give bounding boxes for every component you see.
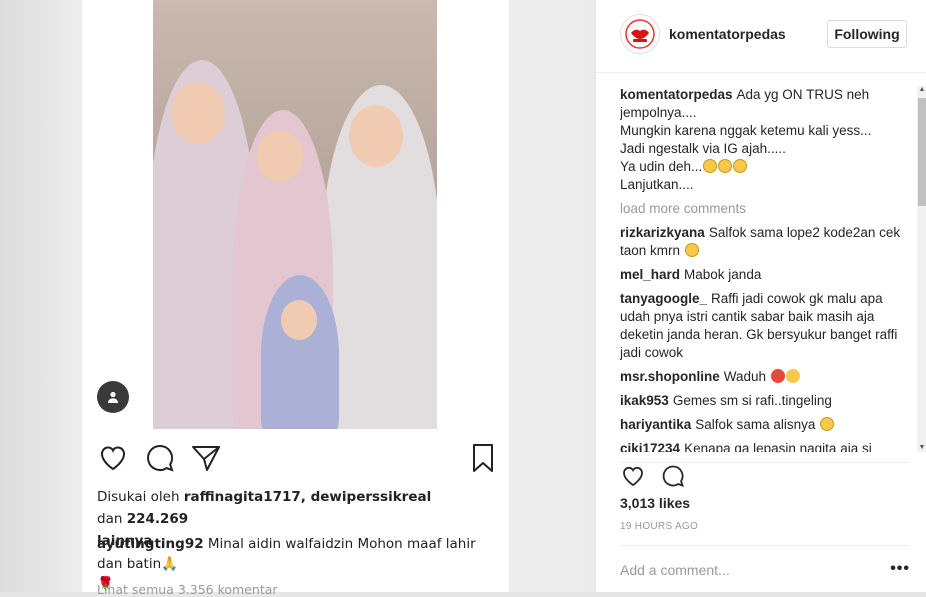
photo-face (349, 105, 403, 167)
post-header: komentatorpedas Following (596, 0, 926, 73)
like-heart-icon[interactable] (620, 463, 646, 489)
comment-text: Salfok sama alisnya (695, 417, 816, 432)
comment: hariyantika Salfok sama alisnya (620, 416, 910, 434)
photo-person (261, 275, 339, 429)
comment: mel_hard Mabok janda (620, 266, 910, 284)
lips-logo-icon (625, 19, 655, 49)
embedded-action-bar (97, 442, 495, 474)
caption-comment: komentatorpedas Ada yg ON TRUS neh jempol… (620, 86, 910, 194)
more-options-icon[interactable]: ••• (890, 561, 910, 577)
crying-emoji-icon (733, 159, 748, 173)
scroll-up-arrow-icon[interactable]: ▲ (918, 86, 926, 94)
embedded-view-all-comments: Lihat semua 3.356 komentar (97, 582, 278, 597)
liked-prefix: Disukai oleh (97, 489, 180, 505)
scroll-down-arrow-icon[interactable]: ▼ (918, 444, 926, 452)
post-timestamp: 19 HOURS AGO (620, 521, 699, 532)
comment-text: Mabok janda (684, 267, 762, 282)
comment-username[interactable]: hariyantika (620, 417, 691, 432)
angry-emoji-icon (770, 369, 785, 383)
tagged-user-icon[interactable] (97, 381, 129, 413)
bookmark-icon (473, 444, 493, 472)
fearful-emoji-icon (785, 369, 800, 383)
comment-text: Kenapa ga lepasin nagita aja si (684, 441, 872, 452)
share-icon (192, 446, 220, 471)
avatar[interactable] (620, 14, 660, 54)
scrollbar-thumb[interactable] (918, 98, 926, 206)
caption-username: ayutingting92 (97, 536, 204, 552)
comment: ciki17234 Kenapa ga lepasin nagita aja si (620, 440, 910, 452)
post-side-panel: komentatorpedas Following komentatorpeda… (595, 0, 926, 592)
comment: msr.shoponline Waduh (620, 368, 910, 386)
caption-line: Ada yg ON TRUS neh (736, 87, 870, 102)
embedded-post-screenshot: Disukai oleh raffinagita1717, dewiperssi… (82, 0, 509, 597)
load-more-comments-link[interactable]: load more comments (620, 200, 910, 218)
comment-username[interactable]: tanyagoogle_ (620, 291, 707, 306)
comment: tanyagoogle_ Raffi jadi cowok gk malu apa… (620, 290, 910, 362)
liked-count: 224.269 (126, 511, 189, 527)
likes-count[interactable]: 3,013 likes (620, 495, 690, 511)
comment: rizkarizkyana Salfok sama lope2 kode2an c… (620, 224, 910, 260)
add-comment-input[interactable] (620, 560, 870, 580)
liked-mid: dan (97, 511, 123, 527)
crying-emoji-icon (820, 417, 835, 431)
comment-username[interactable]: ikak953 (620, 393, 669, 408)
post-username[interactable]: komentatorpedas (669, 26, 786, 42)
photo-face (281, 300, 317, 340)
comment-username[interactable]: msr.shoponline (620, 369, 720, 384)
comment-icon[interactable] (660, 463, 686, 489)
crying-emoji-icon (684, 243, 699, 257)
caption-line: Ya udin deh... (620, 159, 703, 174)
comment-text: Gemes sm si rafi..tingeling (672, 393, 832, 408)
comment-text: Waduh (723, 369, 767, 384)
heart-icon (100, 446, 126, 471)
crying-emoji-icon (703, 159, 718, 173)
comments-list: komentatorpedas Ada yg ON TRUS neh jempol… (620, 86, 910, 452)
liked-users: raffinagita1717, dewiperssikreal (183, 489, 432, 505)
photo-face (257, 130, 303, 182)
comment-username[interactable]: komentatorpedas (620, 87, 733, 102)
comment-username[interactable]: rizkarizkyana (620, 225, 705, 240)
photo-face (171, 82, 225, 144)
action-bar (620, 462, 910, 489)
comment-icon (147, 444, 174, 472)
caption-line: Jadi ngestalk via IG ajah..... (620, 141, 786, 156)
comment: ikak953 Gemes sm si rafi..tingeling (620, 392, 910, 410)
post-photo (153, 0, 437, 429)
comment-username[interactable]: ciki17234 (620, 441, 680, 452)
following-button[interactable]: Following (827, 20, 907, 48)
caption-line: Mungkin karena nggak ketemu kali yess... (620, 123, 872, 138)
comments-scrollbar[interactable]: ▲ ▼ (917, 86, 926, 452)
comment-username[interactable]: mel_hard (620, 267, 680, 282)
crying-emoji-icon (718, 159, 733, 173)
add-comment-bar: ••• (620, 545, 910, 593)
caption-line: Lanjutkan.... (620, 177, 694, 192)
caption-line: jempolnya.... (620, 105, 697, 120)
